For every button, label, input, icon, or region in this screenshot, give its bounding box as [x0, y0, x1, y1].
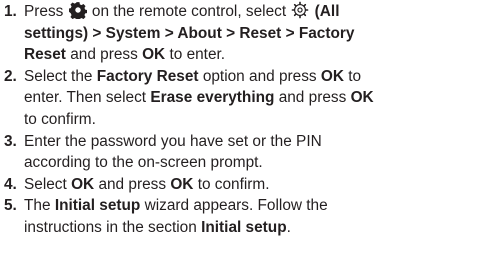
step-text-bold: OK [170, 175, 194, 193]
step-text-bold: OK [71, 175, 95, 193]
step-line: Reset and press OK to enter. [24, 44, 478, 66]
step-3: 3. Enter the password you have set or th… [0, 131, 478, 174]
step-text: and press [98, 175, 167, 193]
step-text: Press [24, 3, 64, 20]
step-text: and press [278, 89, 347, 107]
step-number: 5. [4, 197, 17, 215]
step-2: 2. Select the Factory Reset option and p… [0, 66, 478, 131]
step-line: enter. Then select Erase everything and … [24, 87, 478, 109]
step-line: Enter the password you have set or the P… [24, 132, 322, 150]
step-text-bold: (All [314, 3, 340, 20]
instruction-list: 1. Press on the remote control, select (… [0, 0, 478, 239]
step-text: option and press [202, 67, 317, 85]
step-text: Select the [24, 67, 93, 85]
step-text-bold: OK [320, 67, 344, 85]
step-text-bold: Erase everything [150, 89, 275, 107]
step-line: according to the on-screen prompt. [24, 154, 263, 172]
step-text: enter. Then select [24, 89, 147, 107]
step-text: The [24, 197, 51, 215]
step-5: 5. The Initial setup wizard appears. Fol… [0, 195, 478, 238]
step-text: on the remote control, select [91, 3, 287, 20]
step-text-bold: Initial setup [201, 218, 287, 236]
step-text-bold: Reset [24, 46, 66, 64]
step-number: 2. [4, 67, 17, 85]
step-number: 1. [4, 3, 17, 20]
step-text-bold: Initial setup [54, 197, 141, 215]
step-number: 3. [4, 132, 17, 150]
step-1: 1. Press on the remote control, select (… [0, 1, 478, 66]
step-text: Select [24, 175, 67, 193]
step-number: 4. [4, 175, 17, 193]
step-text-bold: Factory Reset [96, 67, 199, 85]
step-text: to [348, 67, 362, 85]
step-text: wizard appears. Follow the [144, 197, 328, 215]
step-text: instructions in the section [24, 218, 197, 236]
step-text: to enter. [169, 46, 226, 64]
step-line: instructions in the section Initial setu… [24, 217, 478, 239]
step-line: Press on the remote control, select (All [24, 1, 478, 23]
step-line: Select the Factory Reset option and pres… [24, 66, 478, 88]
step-text: and press [70, 46, 138, 64]
step-text-bold: OK [350, 89, 374, 107]
step-line: Select OK and press OK to confirm. [24, 174, 478, 196]
step-text-bold: settings) > System > About > Reset > Fac… [24, 24, 355, 42]
step-line: to confirm. [24, 110, 96, 128]
step-text: to confirm. [197, 175, 270, 193]
step-text-bold: OK [142, 46, 166, 64]
step-line: settings) > System > About > Reset > Fac… [24, 23, 478, 45]
step-text: . [286, 218, 291, 236]
step-4: 4. Select OK and press OK to confirm. [0, 174, 478, 196]
step-line: The Initial setup wizard appears. Follow… [24, 195, 478, 217]
gear-settings-icon [68, 2, 87, 19]
settings-dial-icon [292, 1, 309, 19]
